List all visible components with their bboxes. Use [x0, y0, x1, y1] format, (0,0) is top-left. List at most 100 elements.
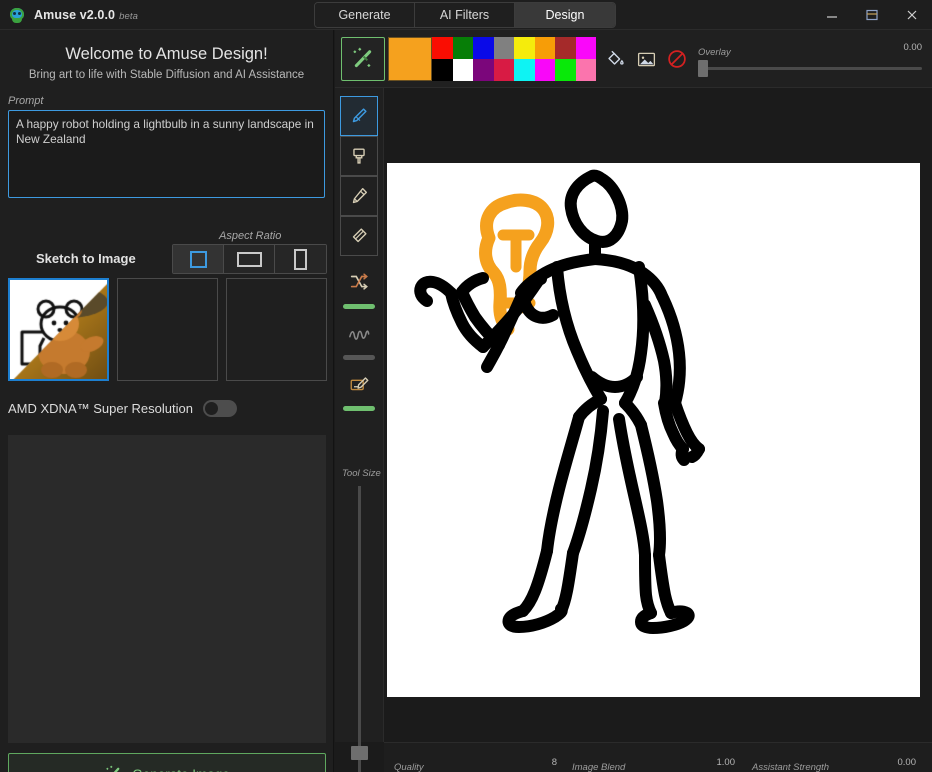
color-swatch-r1-c2[interactable]	[453, 37, 474, 59]
aspect-ratio-square-button[interactable]	[173, 245, 224, 273]
current-color-swatch[interactable]	[388, 37, 432, 81]
restore-icon[interactable]	[852, 0, 892, 30]
sketch-edit-tool[interactable]	[340, 364, 378, 404]
super-resolution-row: AMD XDNA™ Super Resolution	[8, 400, 237, 417]
scribble-tool-indicator	[343, 355, 375, 360]
shuffle-tool-indicator	[343, 304, 375, 309]
color-swatch-r2-c1[interactable]	[432, 59, 453, 81]
brush-tool[interactable]	[340, 96, 378, 136]
color-swatch-r2-c5[interactable]	[514, 59, 535, 81]
title-bar: Amuse v2.0.0 beta Generate AI Filters Des…	[0, 0, 932, 30]
color-swatch-r1-c4[interactable]	[494, 37, 515, 59]
super-resolution-label: AMD XDNA™ Super Resolution	[8, 401, 193, 416]
tool-size-thumb[interactable]	[351, 746, 368, 760]
overlay-slider: Overlay 0.00	[698, 42, 922, 70]
marker-tool[interactable]	[340, 176, 378, 216]
tab-ai-filters[interactable]: AI Filters	[415, 3, 515, 27]
minimize-icon[interactable]	[812, 0, 852, 30]
color-swatch-r2-c8[interactable]	[576, 59, 597, 81]
fill-bucket-icon[interactable]	[600, 44, 630, 74]
color-swatch-r1-c6[interactable]	[535, 37, 556, 59]
eraser-tool[interactable]	[340, 216, 378, 256]
amuse-app-window: Amuse v2.0.0 beta Generate AI Filters Des…	[0, 0, 932, 772]
generate-image-button[interactable]: Generate Image	[8, 753, 326, 772]
mode-and-ratio-row: Sketch to Image	[0, 244, 334, 276]
generated-image-preview[interactable]	[8, 435, 326, 743]
color-swatch-r2-c2[interactable]	[453, 59, 474, 81]
assistant-strength-label: Assistant Strength	[752, 762, 829, 772]
tab-generate[interactable]: Generate	[315, 3, 415, 27]
bottom-slider-bar: Quality 8 Image Blend 1.00 Assistant Str…	[384, 742, 932, 772]
app-title-text: Amuse v2.0.0	[34, 8, 115, 22]
color-swatch-r2-c7[interactable]	[555, 59, 576, 81]
overlay-label: Overlay	[698, 47, 731, 58]
image-blend-label: Image Blend	[572, 762, 625, 772]
aspect-ratio-portrait-button[interactable]	[275, 245, 326, 273]
prompt-input[interactable]: A happy robot holding a lightbulb in a s…	[8, 110, 325, 198]
color-swatch-r1-c7[interactable]	[555, 37, 576, 59]
tool-size-slider[interactable]	[358, 486, 361, 772]
color-palette	[432, 37, 596, 81]
color-swatch-r2-c6[interactable]	[535, 59, 556, 81]
mode-label: Sketch to Image	[36, 251, 136, 266]
image-blend-value: 1.00	[717, 757, 736, 768]
generate-image-label: Generate Image	[132, 767, 230, 772]
landscape-icon	[237, 252, 262, 267]
overlay-track[interactable]	[698, 67, 922, 70]
app-title: Amuse v2.0.0 beta	[34, 8, 138, 22]
magic-wand-icon	[351, 47, 375, 71]
color-swatch-r1-c3[interactable]	[473, 37, 494, 59]
color-swatch-r2-c4[interactable]	[494, 59, 515, 81]
paintbrush-icon	[348, 105, 370, 127]
main-tabs: Generate AI Filters Design	[314, 2, 616, 28]
window-controls	[812, 0, 932, 30]
close-icon[interactable]	[892, 0, 932, 30]
aspect-ratio-landscape-button[interactable]	[224, 245, 275, 273]
image-icon[interactable]	[631, 44, 661, 74]
tool-strip: Tool Size 10	[335, 88, 384, 742]
shuffle-tool[interactable]	[340, 262, 378, 302]
assistant-strength-slider: Assistant Strength 0.00	[752, 757, 916, 772]
square-icon	[190, 251, 207, 268]
sketch-edit-tool-indicator	[343, 406, 375, 411]
assistant-strength-value: 0.00	[898, 757, 917, 768]
tab-design[interactable]: Design	[515, 3, 615, 27]
robot-head-icon	[9, 7, 25, 23]
quality-value: 8	[552, 757, 557, 768]
canvas-scrollbar[interactable]	[926, 88, 932, 742]
landscape-paint-thumbnail[interactable]	[226, 278, 327, 381]
color-swatch-r1-c8[interactable]	[576, 37, 597, 59]
super-resolution-toggle[interactable]	[203, 400, 237, 417]
aspect-ratio-group	[172, 244, 327, 274]
scribble-tool[interactable]	[340, 313, 378, 353]
color-swatch-r2-c3[interactable]	[473, 59, 494, 81]
quality-label: Quality	[394, 762, 424, 772]
shuffle-icon	[348, 271, 370, 293]
flat-brush-icon	[348, 145, 370, 167]
page-title: Welcome to Amuse Design!	[0, 45, 333, 64]
sketch-edit-icon	[348, 373, 371, 395]
design-workspace: Overlay 0.00	[335, 30, 932, 772]
quality-slider: Quality 8	[394, 757, 557, 772]
eraser-icon	[348, 225, 370, 247]
overlay-value: 0.00	[904, 42, 923, 53]
color-swatch-r1-c1[interactable]	[432, 37, 453, 59]
left-settings-panel: Welcome to Amuse Design! Bring art to li…	[0, 30, 334, 772]
sketch-to-image-thumbnail[interactable]	[8, 278, 109, 381]
marker-icon	[348, 185, 370, 207]
prompt-label: Prompt	[8, 95, 333, 107]
color-swatch-r1-c5[interactable]	[514, 37, 535, 59]
flat-brush-tool[interactable]	[340, 136, 378, 176]
clear-canvas-icon[interactable]	[662, 44, 692, 74]
scribble-icon	[347, 322, 371, 344]
ai-assist-tool-button[interactable]	[341, 37, 385, 81]
magic-wand-icon	[104, 765, 123, 772]
sketch-drawing	[387, 163, 920, 697]
mode-thumbnail-list	[8, 278, 327, 381]
interior-design-thumbnail[interactable]	[117, 278, 218, 381]
portrait-icon	[294, 249, 307, 270]
drawing-canvas[interactable]	[387, 163, 920, 697]
beta-tag: beta	[119, 11, 138, 22]
overlay-thumb[interactable]	[698, 60, 708, 77]
canvas-toolbar: Overlay 0.00	[335, 30, 932, 88]
